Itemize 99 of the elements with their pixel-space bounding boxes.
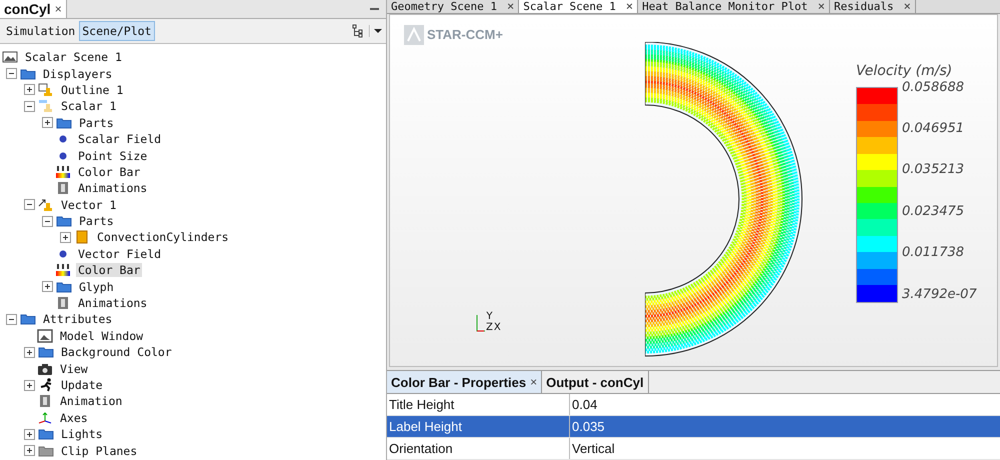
- folder-icon: [56, 280, 72, 294]
- legend-label: 0.011738: [902, 245, 966, 260]
- view-tab[interactable]: Scene/Plot: [79, 21, 154, 41]
- running-figure-icon: [38, 378, 54, 392]
- panel-tab-title: Output - conCyl: [546, 374, 644, 390]
- tree-item[interactable]: Point Size: [76, 148, 150, 163]
- close-icon[interactable]: ×: [904, 0, 911, 12]
- scene-tab[interactable]: Residuals ×: [830, 0, 916, 13]
- tree-item[interactable]: Clip Planes: [59, 444, 140, 458]
- expand-toggle[interactable]: [42, 281, 53, 292]
- tree-view-icon[interactable]: [352, 24, 364, 38]
- tree-item[interactable]: Model Window: [58, 328, 146, 343]
- property-name: Title Height: [387, 394, 570, 415]
- collapse-toggle[interactable]: [24, 199, 35, 210]
- tree-item[interactable]: Background Color: [59, 345, 174, 360]
- folder-icon: [56, 214, 72, 228]
- axis-label: X: [494, 322, 501, 333]
- property-value: 0.04: [571, 397, 598, 412]
- legend-title: Velocity (m/s): [856, 62, 954, 79]
- legend-label: 0.023475: [902, 204, 966, 219]
- scene-tab[interactable]: Scalar Scene 1 ×: [519, 0, 638, 13]
- tree-item[interactable]: Animations: [76, 296, 150, 310]
- logo-icon: [404, 24, 424, 45]
- close-icon[interactable]: ×: [506, 0, 514, 12]
- expand-toggle[interactable]: [24, 380, 35, 390]
- expand-toggle[interactable]: [24, 84, 35, 96]
- folder-icon: [20, 312, 36, 326]
- tree-item[interactable]: Scalar 1: [59, 99, 118, 114]
- dropdown-caret-icon[interactable]: [369, 24, 383, 38]
- property-name: Label Height: [387, 416, 570, 437]
- folder-icon: [20, 66, 36, 81]
- tree-item[interactable]: Lights: [59, 427, 105, 442]
- panel-tab[interactable]: Output - conCyl: [542, 371, 649, 393]
- legend-label: 0.058688: [902, 80, 966, 95]
- part-icon: [74, 230, 90, 244]
- scene-tab[interactable]: Heat Balance Monitor Plot ×: [638, 0, 830, 13]
- legend-label: 3.4792e-07: [902, 286, 977, 302]
- collapse-toggle[interactable]: [6, 314, 17, 325]
- axes-icon: [37, 410, 53, 425]
- scalar-displayer-icon: [38, 99, 54, 114]
- tree-item[interactable]: Parts: [77, 116, 116, 130]
- expand-toggle[interactable]: [24, 445, 35, 456]
- close-icon[interactable]: ×: [530, 375, 538, 389]
- property-value: Vertical: [571, 441, 615, 456]
- expand-toggle[interactable]: [60, 232, 71, 243]
- folder-icon: [38, 345, 54, 360]
- tree-item[interactable]: Color Bar: [76, 164, 142, 179]
- panel-tab[interactable]: conCyl ×: [0, 0, 67, 18]
- picture-icon: [37, 328, 53, 343]
- axis-label: Z: [486, 322, 493, 333]
- tree-item[interactable]: Color Bar: [76, 263, 142, 278]
- tree-item[interactable]: Vector Field: [76, 246, 164, 261]
- close-icon[interactable]: ×: [818, 0, 825, 12]
- tree-item[interactable]: Displayers: [41, 66, 114, 81]
- legend-label: 0.035213: [902, 162, 966, 178]
- tree-item[interactable]: Vector 1: [59, 198, 118, 212]
- tree-item[interactable]: Glyph: [77, 280, 116, 294]
- tree-item[interactable]: Animation: [58, 394, 124, 408]
- collapse-toggle[interactable]: [42, 216, 53, 227]
- axes-triad-icon: [475, 312, 485, 333]
- tree-item[interactable]: Scalar Field: [76, 132, 164, 146]
- expand-toggle[interactable]: [42, 117, 53, 128]
- panel-tab-title: Color Bar - Properties: [391, 374, 526, 390]
- axis-label: Y: [486, 310, 492, 322]
- tree-item[interactable]: View: [58, 362, 90, 376]
- close-icon[interactable]: ×: [54, 2, 62, 16]
- film-icon: [37, 394, 53, 408]
- color-bar-icon: [55, 164, 71, 179]
- tree-item[interactable]: Update: [59, 378, 105, 392]
- view-tab[interactable]: Simulation: [3, 21, 78, 41]
- color-bar-icon: [55, 263, 71, 278]
- property-value: 0.035: [571, 419, 605, 434]
- panel-tab-title: conCyl: [4, 1, 51, 17]
- property-name: Orientation: [387, 438, 570, 459]
- tree-item[interactable]: Axes: [58, 410, 90, 425]
- panel-tab[interactable]: Color Bar - Properties ×: [387, 371, 542, 393]
- tree-item[interactable]: Scalar Scene 1: [23, 50, 124, 64]
- property-row[interactable]: Label Height 0.035: [387, 416, 1000, 438]
- property-row[interactable]: Orientation Vertical: [387, 438, 1000, 460]
- tree-item[interactable]: Parts: [77, 214, 116, 228]
- film-icon: [55, 181, 71, 196]
- vector-displayer-icon: [38, 198, 54, 212]
- tree-item[interactable]: Animations: [76, 181, 150, 196]
- tree-item[interactable]: Outline 1: [59, 82, 126, 97]
- folder-icon: [38, 427, 54, 442]
- tree-item[interactable]: Attributes: [41, 312, 114, 326]
- legend-label: 0.046951: [902, 121, 966, 136]
- close-icon[interactable]: ×: [626, 0, 634, 12]
- collapse-toggle[interactable]: [24, 100, 35, 112]
- logo-text: STAR-CCM+: [427, 27, 503, 42]
- film-icon: [55, 296, 71, 310]
- folder-icon: [56, 116, 72, 130]
- expand-toggle[interactable]: [24, 428, 35, 440]
- tree-item[interactable]: ConvectionCylinders: [95, 230, 231, 244]
- collapse-toggle[interactable]: [6, 68, 17, 80]
- outline-displayer-icon: [38, 82, 54, 97]
- expand-toggle[interactable]: [24, 346, 35, 358]
- camera-icon: [37, 362, 53, 376]
- folder-icon: [38, 444, 54, 458]
